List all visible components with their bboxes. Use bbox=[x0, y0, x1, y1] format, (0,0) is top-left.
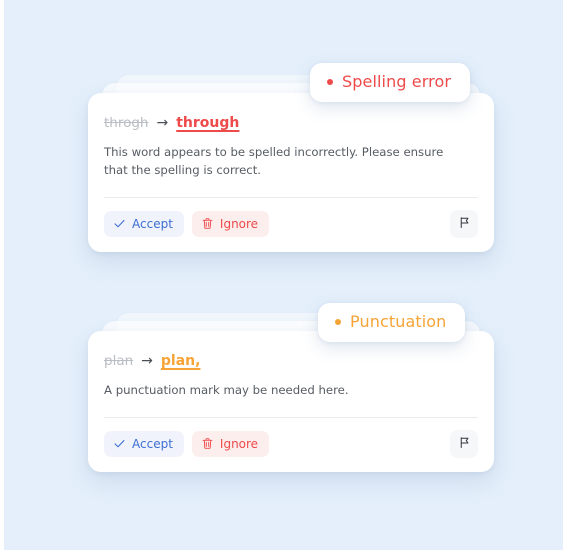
original-word: throgh bbox=[104, 115, 149, 131]
flag-icon bbox=[458, 436, 471, 452]
trash-icon bbox=[201, 217, 220, 230]
suggestions-panel: Spelling error throgh → through This wor… bbox=[4, 0, 563, 550]
suggestion-description: A punctuation mark may be needed here. bbox=[104, 383, 349, 397]
correction-line: plan → plan, bbox=[104, 347, 478, 369]
accept-button-label: Accept bbox=[132, 216, 173, 231]
arrow-icon: → bbox=[156, 115, 169, 131]
ignore-button[interactable]: Ignore bbox=[191, 430, 270, 457]
trash-icon bbox=[201, 437, 220, 450]
category-badge-spelling[interactable]: Spelling error bbox=[310, 63, 471, 102]
category-badge-label: Punctuation bbox=[350, 312, 447, 331]
card-actions: Accept Ignore bbox=[104, 198, 478, 252]
accept-button[interactable]: Accept bbox=[104, 430, 184, 457]
suggestion-card[interactable]: plan → plan, A punctuation mark may be n… bbox=[88, 331, 494, 472]
ignore-button-label: Ignore bbox=[219, 216, 259, 231]
category-badge-punctuation[interactable]: Punctuation bbox=[318, 303, 466, 342]
bullet-dot-icon bbox=[335, 318, 341, 325]
flag-icon bbox=[458, 216, 471, 232]
check-icon bbox=[113, 437, 132, 450]
card-actions: Accept Ignore bbox=[104, 418, 478, 472]
ignore-button-label: Ignore bbox=[219, 436, 259, 451]
original-word: plan bbox=[104, 353, 134, 369]
arrow-icon: → bbox=[141, 353, 153, 369]
accept-button[interactable]: Accept bbox=[104, 210, 184, 237]
suggestion-card[interactable]: throgh → through This word appears to be… bbox=[88, 93, 494, 252]
flag-button[interactable] bbox=[450, 429, 478, 458]
flag-button[interactable] bbox=[450, 209, 478, 238]
suggested-word[interactable]: plan, bbox=[161, 353, 201, 369]
suggestion-description: This word appears to be spelled incorrec… bbox=[104, 145, 444, 177]
bullet-dot-icon bbox=[327, 78, 333, 85]
category-badge-label: Spelling error bbox=[342, 72, 452, 91]
ignore-button[interactable]: Ignore bbox=[191, 210, 270, 237]
correction-line: throgh → through bbox=[104, 109, 478, 131]
check-icon bbox=[113, 217, 132, 230]
accept-button-label: Accept bbox=[132, 436, 173, 451]
suggested-word[interactable]: through bbox=[176, 115, 239, 131]
